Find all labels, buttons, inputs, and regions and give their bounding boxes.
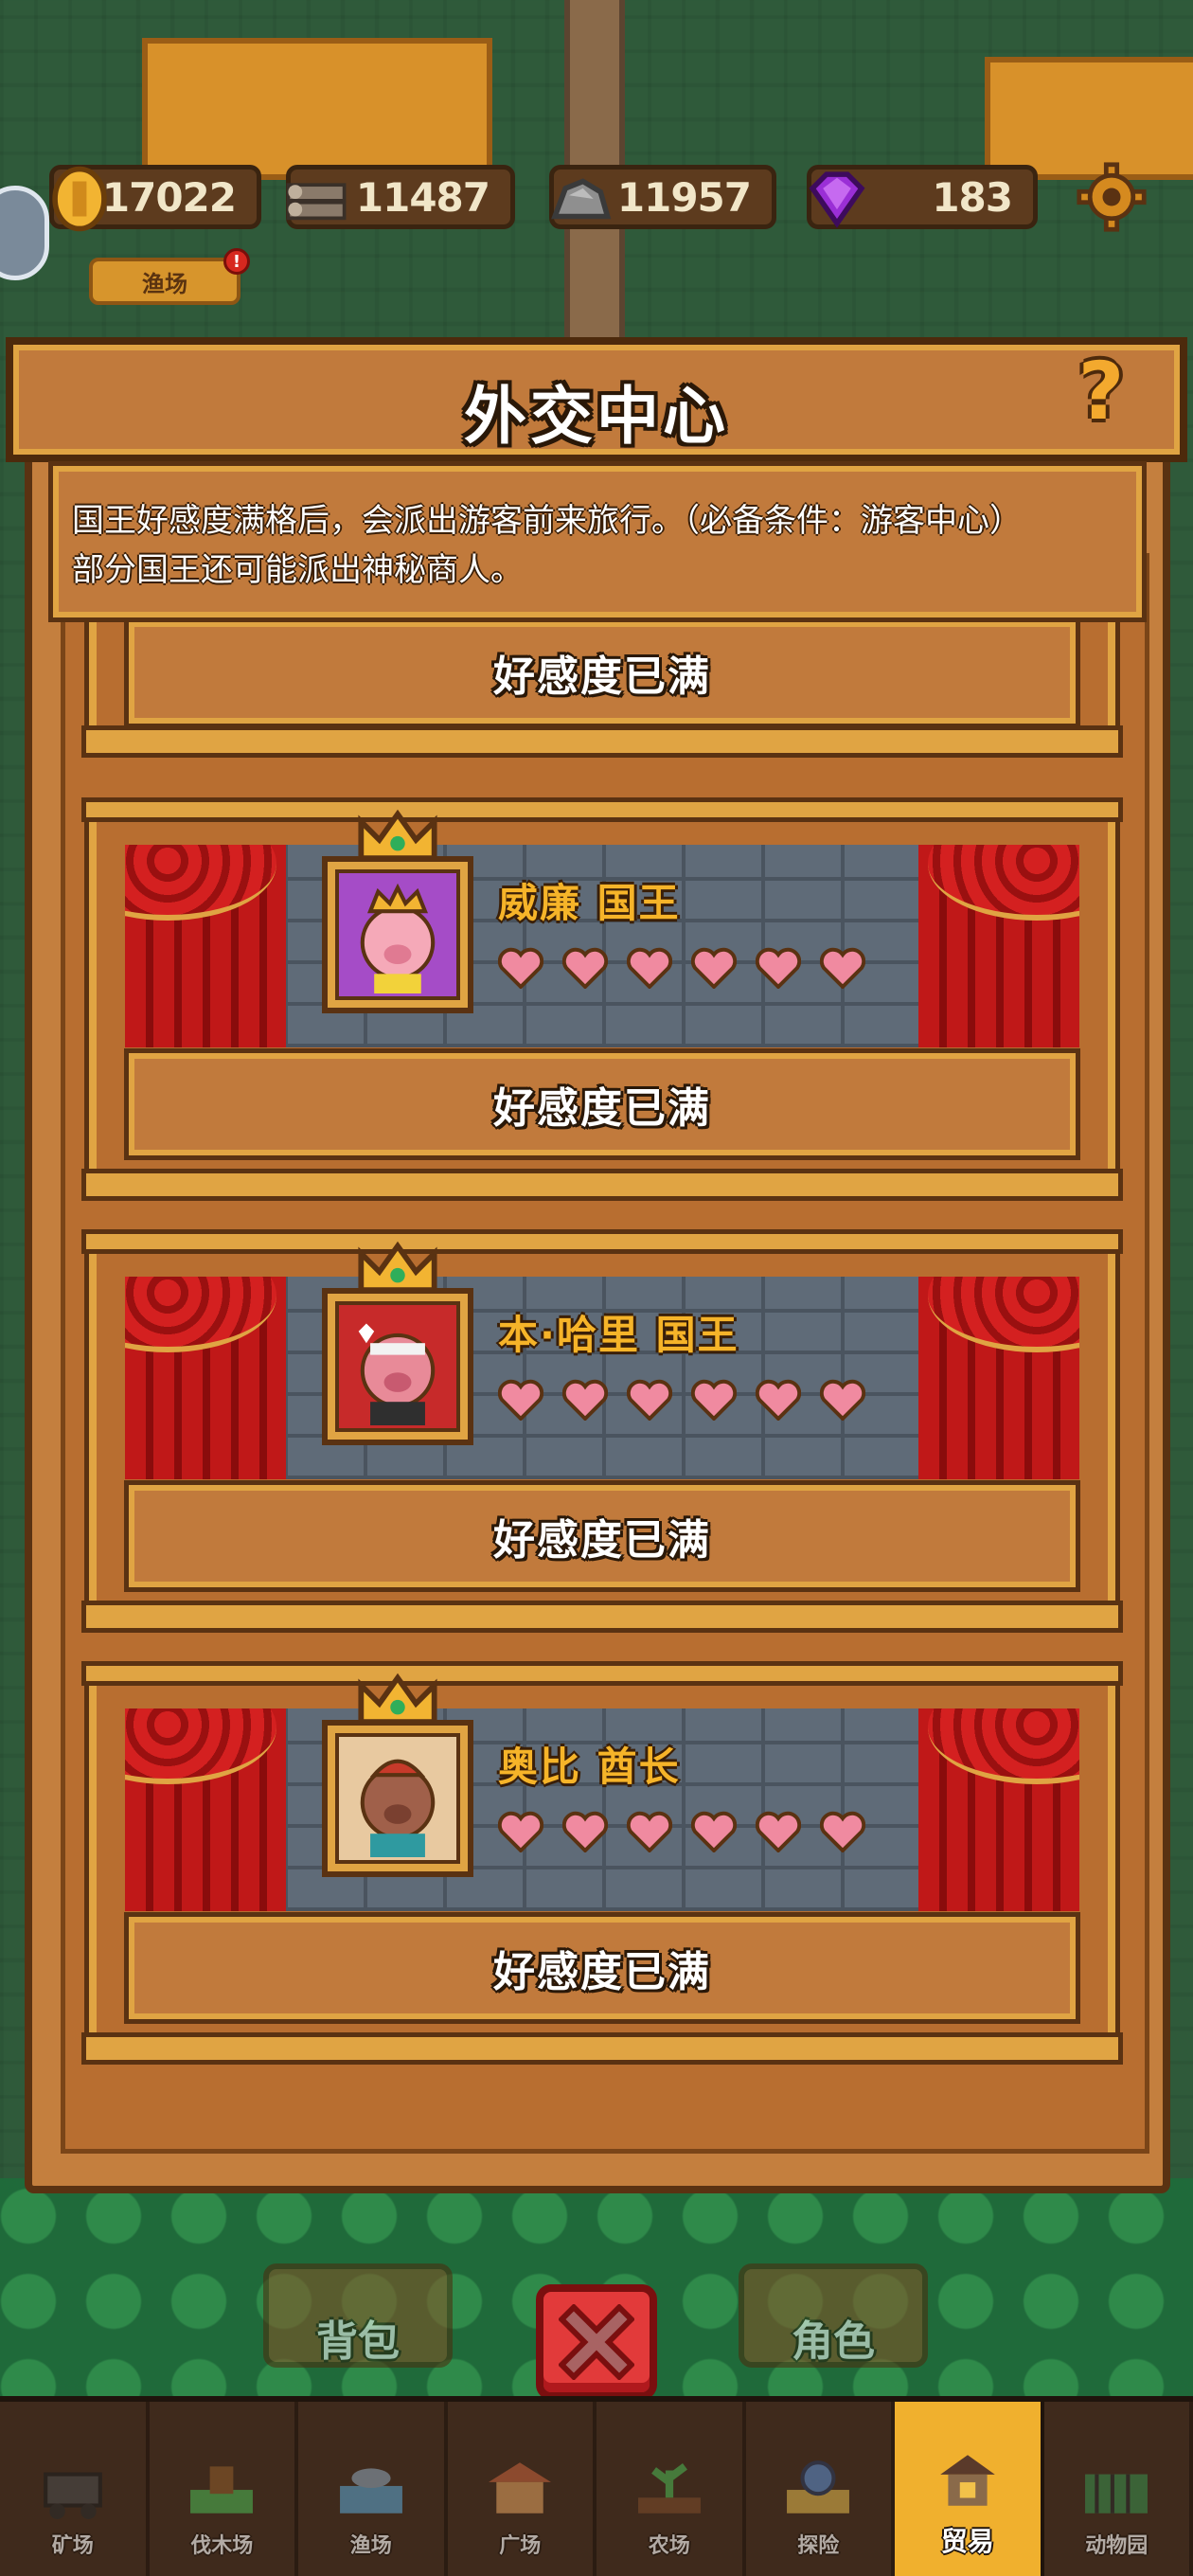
stone-value: 11957 xyxy=(616,173,752,221)
crown-icon xyxy=(358,809,437,862)
stone-counter[interactable]: 11957 xyxy=(549,165,776,229)
gold-counter[interactable]: 17022 xyxy=(49,165,261,232)
status-button[interactable]: 好感度已满 xyxy=(129,1053,1076,1155)
nav-item-fishery[interactable]: 渔场 xyxy=(298,2402,448,2576)
character-label: 角色 xyxy=(792,2317,875,2366)
heart-icon xyxy=(562,1811,608,1852)
nav-item-farm[interactable]: 农场 xyxy=(596,2402,746,2576)
heart-icon xyxy=(562,1379,608,1421)
heart-icon xyxy=(691,1379,737,1421)
heart-icon xyxy=(627,1379,672,1421)
stone-icon xyxy=(551,178,612,220)
wood-logs-icon xyxy=(286,183,347,221)
farm-icon xyxy=(637,2463,701,2513)
bag-label: 背包 xyxy=(316,2317,400,2366)
heart-icon xyxy=(820,1811,865,1852)
nav-item-lumber[interactable]: 伐木场 xyxy=(150,2402,298,2576)
dialog-title-bar: 外交中心 xyxy=(6,337,1187,462)
heart-icon xyxy=(820,947,865,989)
explore-icon xyxy=(787,2460,850,2513)
nav-item-trade[interactable]: 贸易 xyxy=(895,2402,1044,2576)
nav-label: 动物园 xyxy=(1085,2534,1148,2558)
trade-icon xyxy=(939,2455,995,2506)
nav-item-mine[interactable]: 矿场 xyxy=(0,2402,150,2576)
crown-icon xyxy=(358,1673,437,1726)
king-portrait[interactable] xyxy=(322,856,473,1013)
crown-icon xyxy=(358,1241,437,1294)
gold-coin-icon xyxy=(52,166,107,232)
affinity-hearts xyxy=(498,947,865,989)
king-card: 本·哈里 国王 好感度已满 xyxy=(81,1229,1123,1633)
purple-gem-icon xyxy=(809,171,865,228)
heart-icon xyxy=(691,1811,737,1852)
status-button[interactable]: 好感度已满 xyxy=(129,1917,1076,2019)
description-line: 部分国王还可能派出神秘商人。 xyxy=(72,551,523,589)
heart-icon xyxy=(562,947,608,989)
wood-counter[interactable]: 11487 xyxy=(286,165,515,229)
king-portrait[interactable] xyxy=(322,1288,473,1445)
wood-value: 11487 xyxy=(355,173,490,221)
close-button[interactable] xyxy=(536,2284,657,2400)
bag-button[interactable]: 背包 xyxy=(263,2263,453,2368)
close-icon xyxy=(559,2304,634,2380)
dialog-title: 外交中心 xyxy=(464,380,729,453)
heart-icon xyxy=(627,1811,672,1852)
pig-king-avatar-icon xyxy=(358,1323,436,1425)
notification-badge: ! xyxy=(223,248,250,275)
fishery-icon xyxy=(339,2468,402,2513)
description-box: 国王好感度满格后，会派出游客前来旅行。（必备条件：游客中心） 部分国王还可能派出… xyxy=(53,466,1142,617)
lumber-icon xyxy=(190,2466,254,2513)
settings-gear-icon[interactable] xyxy=(1076,161,1148,233)
help-button[interactable]: ? xyxy=(1068,345,1134,438)
status-label: 好感度已满 xyxy=(493,1516,711,1565)
status-label: 好感度已满 xyxy=(493,1948,711,1996)
status-button[interactable]: 好感度已满 xyxy=(129,621,1076,724)
description-line: 国王好感度满格后，会派出游客前来旅行。（必备条件：游客中心） xyxy=(72,502,1022,540)
heart-icon xyxy=(820,1379,865,1421)
nav-item-explore[interactable]: 探险 xyxy=(746,2402,895,2576)
heart-icon xyxy=(756,1811,801,1852)
character-button[interactable]: 角色 xyxy=(739,2263,928,2368)
nav-label: 广场 xyxy=(499,2534,542,2558)
fishery-tag[interactable]: 渔场 xyxy=(89,258,240,305)
status-button[interactable]: 好感度已满 xyxy=(129,1485,1076,1587)
nav-label: 渔场 xyxy=(349,2534,392,2558)
gem-counter[interactable]: 183 xyxy=(807,165,1038,229)
king-name: 奥比 酋长 xyxy=(498,1744,681,1790)
heart-icon xyxy=(756,1379,801,1421)
status-label: 好感度已满 xyxy=(493,653,711,701)
nav-label: 农场 xyxy=(648,2534,690,2558)
king-name: 本·哈里 国王 xyxy=(498,1312,739,1358)
heart-icon xyxy=(756,947,801,989)
mine-cart-icon xyxy=(43,2472,102,2519)
nav-item-plaza[interactable]: 广场 xyxy=(448,2402,596,2576)
king-name: 威廉 国王 xyxy=(498,880,681,926)
heart-icon xyxy=(691,947,737,989)
chat-bubble-icon[interactable] xyxy=(0,186,49,280)
pig-king-avatar-icon xyxy=(360,883,436,993)
nav-item-zoo[interactable]: 动物园 xyxy=(1044,2402,1193,2576)
king-card: 威廉 国王 好感度已满 xyxy=(81,797,1123,1201)
heart-icon xyxy=(498,1379,543,1421)
plaza-icon xyxy=(489,2462,552,2513)
king-card: 奥比 酋长 好感度已满 xyxy=(81,1661,1123,2065)
gem-value: 183 xyxy=(932,173,1013,221)
nav-label: 探险 xyxy=(797,2534,840,2558)
affinity-hearts xyxy=(498,1379,865,1421)
heart-icon xyxy=(498,947,543,989)
background-field xyxy=(142,38,492,180)
nav-label: 矿场 xyxy=(51,2534,94,2558)
heart-icon xyxy=(498,1811,543,1852)
zoo-icon xyxy=(1085,2474,1148,2513)
nav-label: 伐木场 xyxy=(190,2534,254,2558)
gold-value: 17022 xyxy=(101,173,237,221)
bottom-nav: 矿场 伐木场 渔场 广场 农场 探险 贸易 动物园 xyxy=(0,2396,1193,2576)
boar-chief-avatar-icon xyxy=(360,1759,436,1857)
heart-icon xyxy=(627,947,672,989)
nav-label: 贸易 xyxy=(940,2526,994,2557)
status-label: 好感度已满 xyxy=(493,1084,711,1133)
king-portrait[interactable] xyxy=(322,1720,473,1877)
affinity-hearts xyxy=(498,1811,865,1852)
